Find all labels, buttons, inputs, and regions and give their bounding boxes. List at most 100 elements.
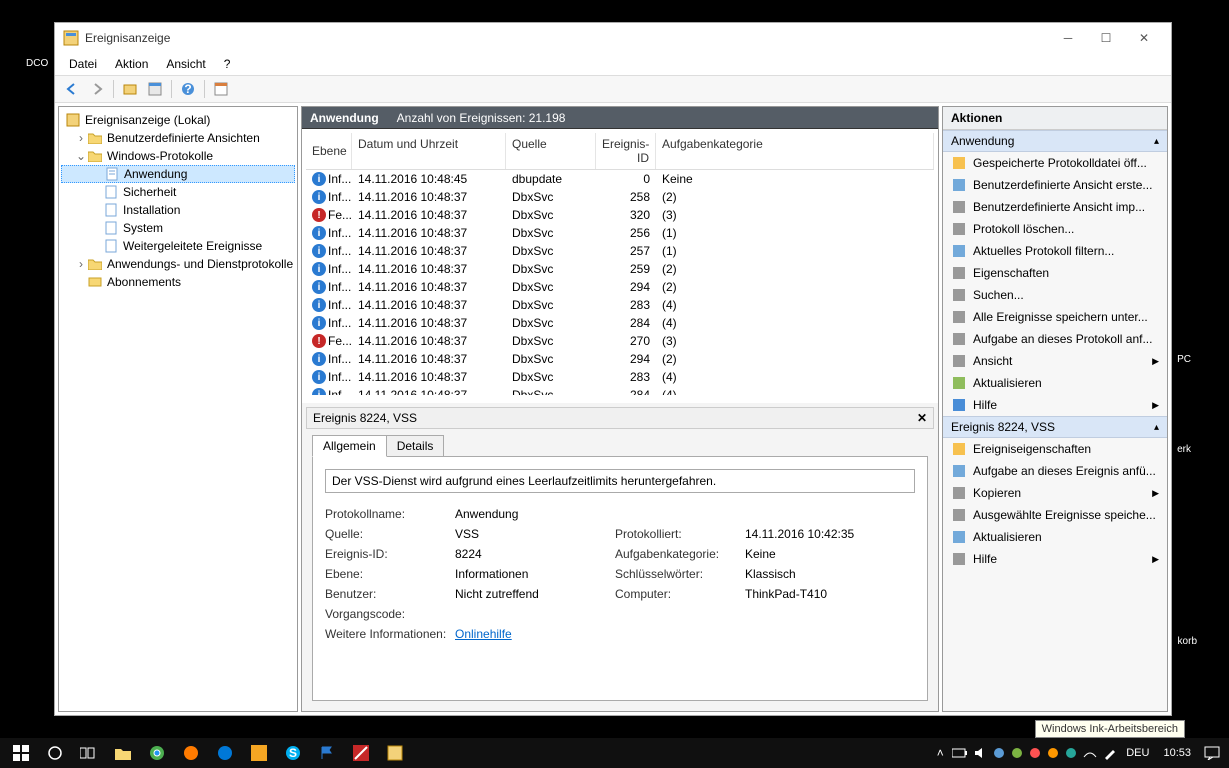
- tree-setup-log[interactable]: Installation: [61, 201, 295, 219]
- cortana-button[interactable]: [38, 738, 72, 768]
- action-item[interactable]: Aufgabe an dieses Protokoll anf...: [943, 328, 1167, 350]
- col-level[interactable]: Ebene: [306, 133, 352, 169]
- tray-chevron-icon[interactable]: ˄: [930, 738, 950, 768]
- start-button[interactable]: [4, 738, 38, 768]
- tree-security-log[interactable]: Sicherheit: [61, 183, 295, 201]
- action-center-icon[interactable]: [1199, 738, 1225, 768]
- minimize-button[interactable]: ─: [1049, 24, 1087, 52]
- action-item[interactable]: Eigenschaften: [943, 262, 1167, 284]
- tree-system-log[interactable]: System: [61, 219, 295, 237]
- col-date[interactable]: Datum und Uhrzeit: [352, 133, 506, 169]
- table-row[interactable]: iInf...14.11.2016 10:48:37DbxSvc258(2): [306, 188, 934, 206]
- action-item[interactable]: Aktualisieren: [943, 526, 1167, 548]
- table-row[interactable]: !Fe...14.11.2016 10:48:37DbxSvc270(3): [306, 332, 934, 350]
- table-row[interactable]: iInf...14.11.2016 10:48:37DbxSvc256(1): [306, 224, 934, 242]
- action-item[interactable]: Protokoll löschen...: [943, 218, 1167, 240]
- action-item[interactable]: Benutzerdefinierte Ansicht erste...: [943, 174, 1167, 196]
- cell-category: (2): [656, 280, 934, 294]
- clock[interactable]: 10:53: [1155, 747, 1199, 759]
- tray-ink-icon[interactable]: [1100, 738, 1120, 768]
- table-row[interactable]: iInf...14.11.2016 10:48:37DbxSvc259(2): [306, 260, 934, 278]
- action-item[interactable]: Alle Ereignisse speichern unter...: [943, 306, 1167, 328]
- help-icon[interactable]: ?: [177, 78, 199, 100]
- tray-icon[interactable]: [1008, 738, 1026, 768]
- event-grid[interactable]: Ebene Datum und Uhrzeit Quelle Ereignis-…: [302, 129, 938, 399]
- toolbar-icon[interactable]: [210, 78, 232, 100]
- action-item[interactable]: Ereigniseigenschaften: [943, 438, 1167, 460]
- table-row[interactable]: iInf...14.11.2016 10:48:37DbxSvc283(4): [306, 296, 934, 314]
- tray-volume-icon[interactable]: [970, 738, 990, 768]
- action-item[interactable]: Kopieren▶: [943, 482, 1167, 504]
- close-button[interactable]: ✕: [1125, 24, 1163, 52]
- action-item[interactable]: Aktuelles Protokoll filtern...: [943, 240, 1167, 262]
- action-item[interactable]: Aufgabe an dieses Ereignis anfü...: [943, 460, 1167, 482]
- toolbar-icon[interactable]: [144, 78, 166, 100]
- action-item[interactable]: Ausgewählte Ereignisse speiche...: [943, 504, 1167, 526]
- maximize-button[interactable]: ☐: [1087, 24, 1125, 52]
- table-row[interactable]: iInf...14.11.2016 10:48:37DbxSvc257(1): [306, 242, 934, 260]
- col-category[interactable]: Aufgabenkategorie: [656, 133, 934, 169]
- tab-general[interactable]: Allgemein: [312, 435, 387, 457]
- tray-icon[interactable]: [990, 738, 1008, 768]
- action-item[interactable]: Benutzerdefinierte Ansicht imp...: [943, 196, 1167, 218]
- tray-network-icon[interactable]: [1080, 738, 1100, 768]
- menu-datei[interactable]: Datei: [61, 55, 105, 73]
- table-row[interactable]: iInf...14.11.2016 10:48:37DbxSvc294(2): [306, 278, 934, 296]
- menu-help[interactable]: ?: [216, 55, 239, 73]
- taskbar-edge-icon[interactable]: [208, 738, 242, 768]
- taskview-button[interactable]: [72, 738, 106, 768]
- taskbar-chrome-icon[interactable]: [140, 738, 174, 768]
- tray-icon[interactable]: [1044, 738, 1062, 768]
- actions-section-event[interactable]: Ereignis 8224, VSS ▴: [943, 416, 1167, 438]
- taskbar-app-icon[interactable]: [242, 738, 276, 768]
- tree-custom-views[interactable]: › Benutzerdefinierte Ansichten: [61, 129, 295, 147]
- detail-close-button[interactable]: ✕: [917, 411, 927, 425]
- table-row[interactable]: iInf...14.11.2016 10:48:37DbxSvc294(2): [306, 350, 934, 368]
- tree-forwarded-log[interactable]: Weitergeleitete Ereignisse: [61, 237, 295, 255]
- menu-ansicht[interactable]: Ansicht: [158, 55, 213, 73]
- taskbar-flag-icon[interactable]: [310, 738, 344, 768]
- col-eventid[interactable]: Ereignis-ID: [596, 133, 656, 169]
- table-row[interactable]: iInf...14.11.2016 10:48:37DbxSvc284(4): [306, 386, 934, 399]
- taskbar-firefox-icon[interactable]: [174, 738, 208, 768]
- taskbar-skype-icon[interactable]: S: [276, 738, 310, 768]
- tree-root[interactable]: Ereignisanzeige (Lokal): [61, 111, 295, 129]
- action-item[interactable]: Hilfe▶: [943, 548, 1167, 570]
- online-help-link[interactable]: Onlinehilfe: [455, 627, 615, 641]
- action-item[interactable]: Suchen...: [943, 284, 1167, 306]
- toolbar-icon[interactable]: [119, 78, 141, 100]
- val-protokolliert: 14.11.2016 10:42:35: [745, 527, 905, 541]
- grid-header[interactable]: Ebene Datum und Uhrzeit Quelle Ereignis-…: [306, 133, 934, 170]
- tree-label: System: [123, 221, 163, 235]
- back-button[interactable]: [61, 78, 83, 100]
- col-source[interactable]: Quelle: [506, 133, 596, 169]
- language-indicator[interactable]: DEU: [1120, 747, 1155, 759]
- table-row[interactable]: iInf...14.11.2016 10:48:37DbxSvc283(4): [306, 368, 934, 386]
- action-item[interactable]: Aktualisieren: [943, 372, 1167, 394]
- forward-button[interactable]: [86, 78, 108, 100]
- menu-aktion[interactable]: Aktion: [107, 55, 156, 73]
- taskbar-eventviewer-icon[interactable]: [378, 738, 412, 768]
- tree-subscriptions[interactable]: Abonnements: [61, 273, 295, 291]
- action-item[interactable]: Ansicht▶: [943, 350, 1167, 372]
- taskbar[interactable]: S ˄ DEU 10:53: [0, 738, 1229, 768]
- tab-details[interactable]: Details: [386, 435, 445, 457]
- tree-app-log[interactable]: Anwendung: [61, 165, 295, 183]
- tray-icon[interactable]: [1062, 738, 1080, 768]
- action-icon: [951, 309, 967, 325]
- tree-app-service-logs[interactable]: › Anwendungs- und Dienstprotokolle: [61, 255, 295, 273]
- actions-section-app[interactable]: Anwendung ▴: [943, 130, 1167, 152]
- action-item[interactable]: Gespeicherte Protokolldatei öff...: [943, 152, 1167, 174]
- nav-tree[interactable]: Ereignisanzeige (Lokal) › Benutzerdefini…: [58, 106, 298, 712]
- table-row[interactable]: iInf...14.11.2016 10:48:37DbxSvc284(4): [306, 314, 934, 332]
- action-label: Aktualisieren: [973, 530, 1042, 544]
- table-row[interactable]: !Fe...14.11.2016 10:48:37DbxSvc320(3): [306, 206, 934, 224]
- tray-icon[interactable]: [1026, 738, 1044, 768]
- action-item[interactable]: Hilfe▶: [943, 394, 1167, 416]
- tray-battery-icon[interactable]: [950, 738, 970, 768]
- tree-windows-logs[interactable]: ⌄ Windows-Protokolle: [61, 147, 295, 165]
- table-row[interactable]: iInf...14.11.2016 10:48:45dbupdate0Keine: [306, 170, 934, 188]
- titlebar[interactable]: Ereignisanzeige ─ ☐ ✕: [55, 23, 1171, 53]
- taskbar-explorer-icon[interactable]: [106, 738, 140, 768]
- taskbar-app-icon[interactable]: [344, 738, 378, 768]
